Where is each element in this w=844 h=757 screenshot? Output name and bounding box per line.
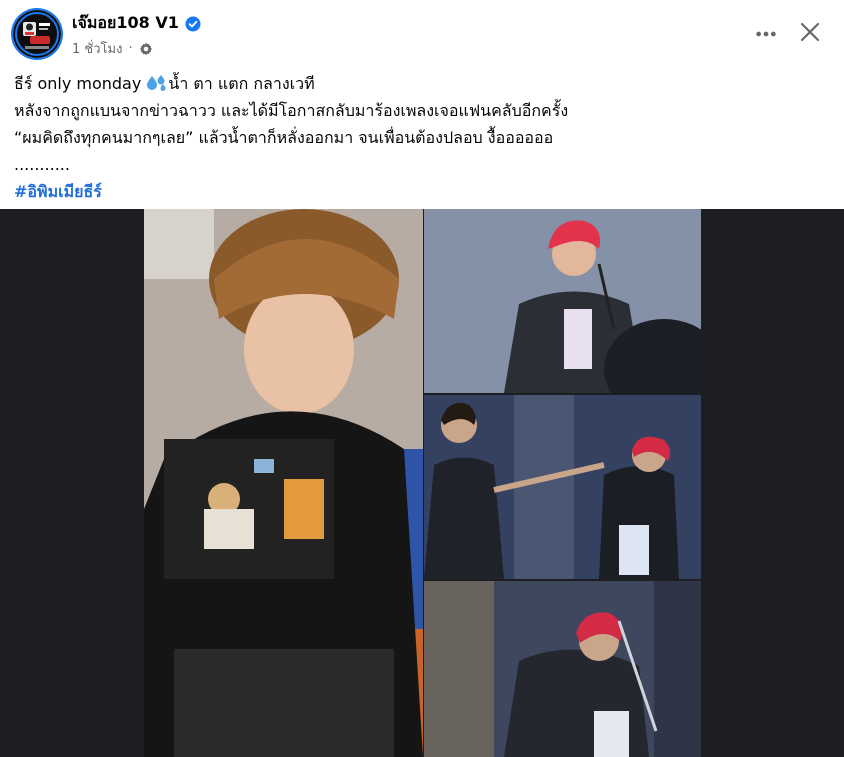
stage-photo	[424, 581, 701, 757]
stage-photo	[424, 209, 701, 393]
post-line-5: #อิพิมเมียธีร์	[14, 178, 834, 205]
more-options-icon	[756, 31, 776, 37]
stage-photo	[424, 395, 701, 579]
post-line-3: “ผมคิดถึงทุกคนมากๆเลย” แล้วน้ำตาก็หลั่งอ…	[14, 128, 554, 147]
avatar[interactable]	[13, 10, 61, 58]
post-line-4: ...........	[14, 155, 70, 174]
portrait-photo	[144, 209, 423, 757]
photo-stage-singing[interactable]	[424, 209, 701, 393]
avatar-image	[13, 10, 61, 58]
more-options-button[interactable]	[748, 16, 784, 52]
media-gallery	[0, 209, 844, 757]
meta-separator: ·	[128, 41, 133, 56]
post-line-1: ธีร์ only monday น้ำ ตา แตก กลางเวที	[14, 70, 834, 97]
photo-stage-comfort[interactable]	[424, 395, 701, 579]
gear-icon[interactable]	[139, 42, 153, 56]
post-header: เจ๊มอย108 V1 1 ชั่วโมง ·	[0, 0, 844, 66]
verified-badge-icon	[185, 16, 201, 32]
post-body: ธีร์ only monday น้ำ ตา แตก กลางเวที หลั…	[14, 70, 834, 205]
post-line-1-text-a: ธีร์ only monday	[14, 74, 147, 93]
post-time[interactable]: 1 ชั่วโมง	[72, 38, 122, 59]
post-line-1-text-b: น้ำ ตา แตก กลางเวที	[168, 74, 315, 93]
close-button[interactable]	[792, 14, 828, 50]
close-icon	[800, 22, 820, 42]
post-meta: 1 ชั่วโมง ·	[72, 38, 153, 59]
post-line-2: หลังจากถูกแบนจากข่าวฉาวว และได้มีโอกาสกล…	[14, 101, 569, 120]
author-name-row: เจ๊มอย108 V1	[72, 11, 201, 36]
hashtag-link[interactable]: #อิพิมเมียธีร์	[14, 182, 102, 201]
author-name[interactable]: เจ๊มอย108 V1	[72, 11, 179, 36]
sweat-droplets-icon	[146, 73, 168, 91]
photo-main[interactable]	[144, 209, 423, 757]
photo-stage-crying[interactable]	[424, 581, 701, 757]
